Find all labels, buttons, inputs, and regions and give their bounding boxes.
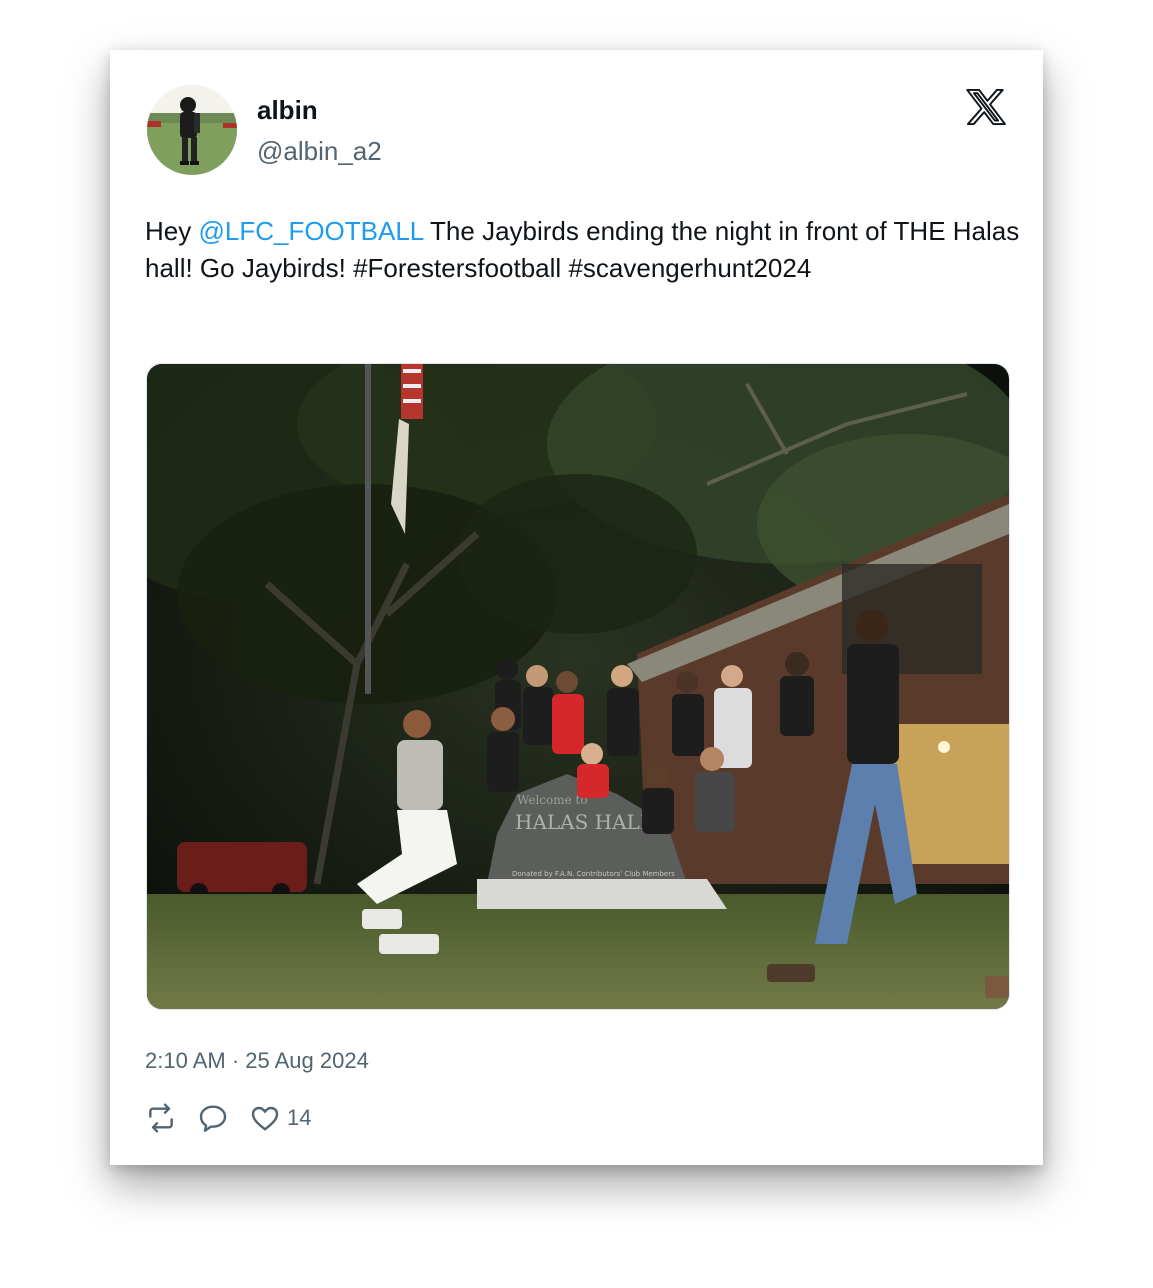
like-count: 14	[287, 1105, 312, 1130]
reply-button[interactable]	[197, 1102, 229, 1134]
tweet-photo[interactable]: Welcome to HALAS HALL Donated by F.A.N. …	[146, 363, 1010, 1010]
like-button[interactable]: 14	[249, 1102, 311, 1134]
x-logo-icon[interactable]	[965, 86, 1007, 128]
sign-text-footer: Donated by F.A.N. Contributors' Club Mem…	[512, 870, 675, 878]
hashtag-link-scavengerhunt[interactable]: #scavengerhunt2024	[568, 253, 811, 283]
author-display-name[interactable]: albin	[257, 95, 318, 126]
reply-icon	[199, 1105, 227, 1132]
sign-text-title: HALAS HALL	[515, 810, 653, 834]
mention-link[interactable]: @LFC_FOOTBALL	[198, 216, 423, 246]
tweet-text-prefix: Hey	[145, 216, 199, 246]
author-handle[interactable]: @albin_a2	[257, 136, 382, 167]
author-avatar[interactable]	[147, 85, 237, 175]
tweet-text: Hey @LFC_FOOTBALL The Jaybirds ending th…	[145, 213, 1025, 287]
tweet-timestamp[interactable]: 2:10 AM · 25 Aug 2024	[145, 1048, 369, 1074]
retweet-icon	[149, 1103, 173, 1133]
heart-icon	[251, 1106, 279, 1131]
hashtag-link-forestersfootball[interactable]: #Forestersfootball	[353, 253, 561, 283]
tweet-card: albin @albin_a2 Hey @LFC_FOOTBALL The Ja…	[110, 50, 1043, 1165]
tweet-actions: 14	[145, 1100, 331, 1136]
retweet-button[interactable]	[145, 1102, 177, 1134]
sign-text-welcome: Welcome to	[517, 793, 588, 807]
